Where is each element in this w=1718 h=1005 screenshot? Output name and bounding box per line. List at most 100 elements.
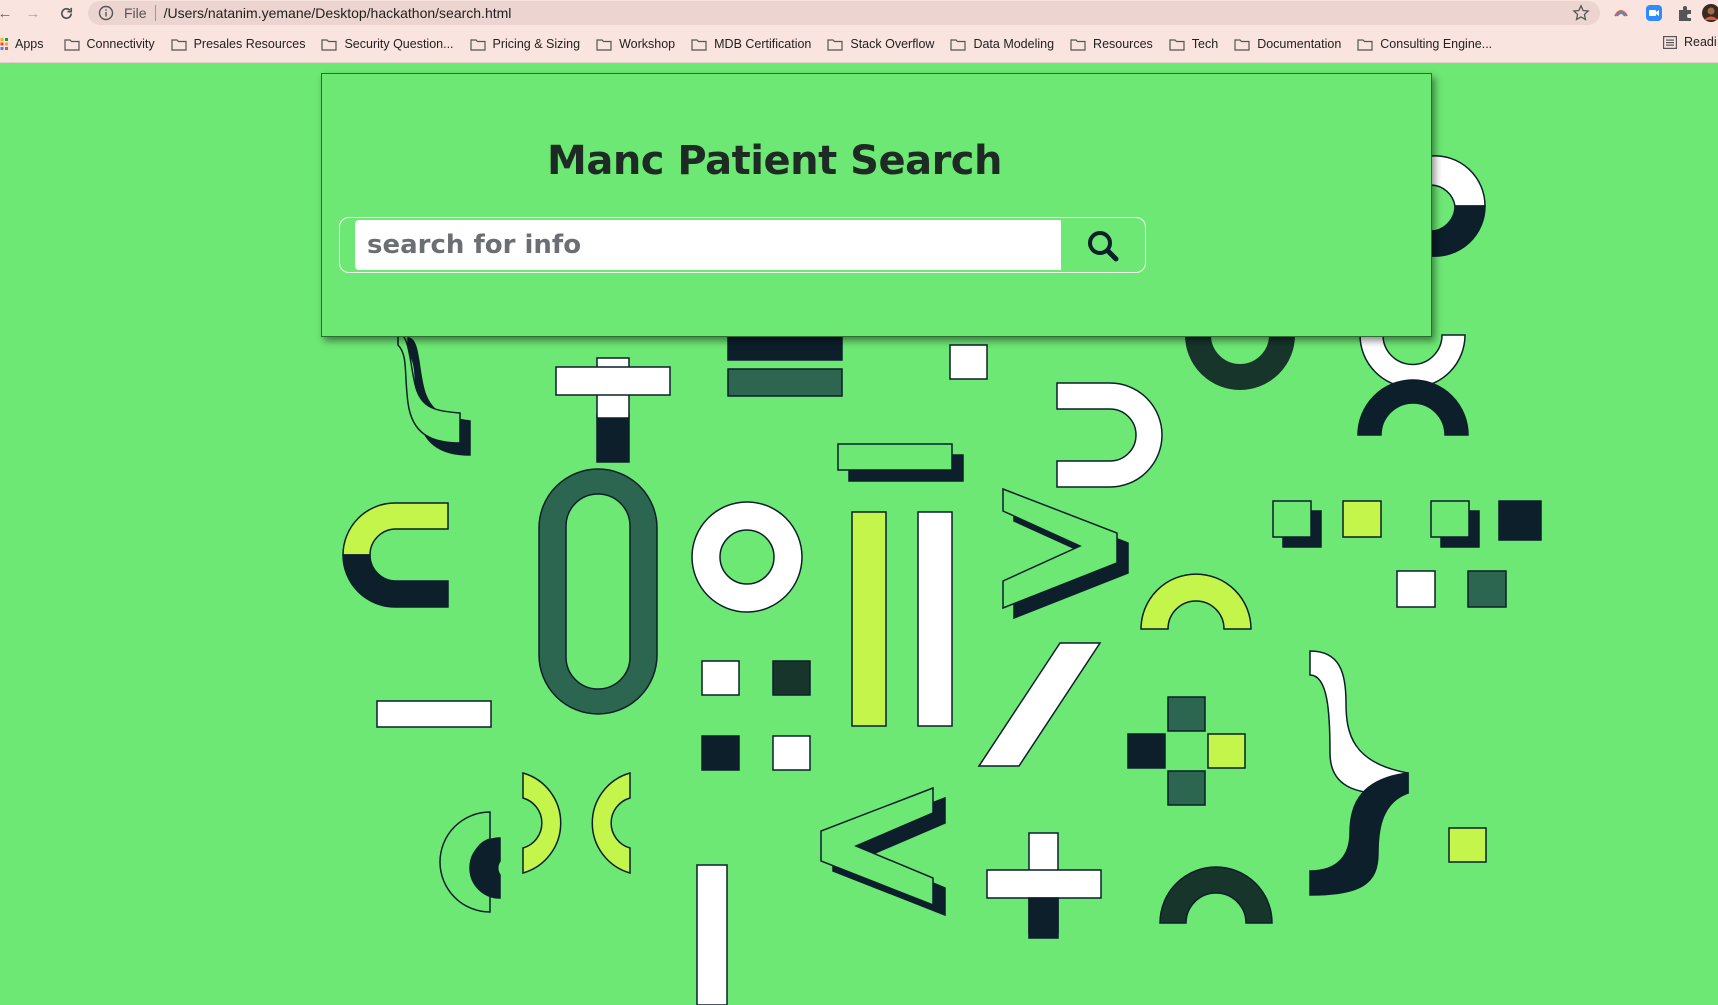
url-scheme: File [124,5,147,21]
page-body: Manc Patient Search [0,63,1718,1005]
apps-grid-icon [0,38,8,50]
bar-shape [851,511,887,727]
folder-icon [63,38,80,51]
back-icon[interactable]: ← [0,2,16,24]
bookmark-folder[interactable]: Security Question... [321,37,454,51]
bookmark-label: Consulting Engine... [1380,37,1493,51]
square-shape [772,735,811,771]
reading-list-label: Readi [1684,35,1717,49]
folder-icon [950,38,967,51]
minus-shape [837,443,953,471]
plus-shape [1028,897,1059,939]
square-shape [701,660,740,696]
plus-shape [596,414,630,463]
folder-icon [170,38,187,51]
folder-icon [1169,38,1185,51]
extensions-puzzle-icon[interactable] [1676,4,1694,22]
arc-shape [1430,205,1486,257]
equals-shape [727,334,843,361]
folder-icon [1357,38,1373,51]
cup-shape [1056,382,1163,488]
reading-list-icon [1663,35,1677,49]
browser-toolbar: ← → File /Users/natanim.yemane/Desktop/h… [0,0,1718,26]
square-shape [1342,500,1382,538]
url-divider [154,5,156,21]
square-shape [1167,770,1206,806]
forward-icon[interactable]: → [22,2,44,24]
square-shape [1127,733,1166,769]
bookmark-label: Presales Resources [193,37,306,51]
ring-shape [692,502,802,612]
profile-avatar-icon[interactable] [1702,4,1718,22]
info-icon[interactable] [98,5,114,21]
square-shape [1430,500,1470,538]
bookmark-label: MDB Certification [714,37,812,51]
x-arc-shape [522,772,562,874]
bookmark-folder[interactable]: Resources [1070,37,1153,51]
magnifier-icon [1088,231,1119,262]
search-button[interactable] [1080,226,1126,266]
c-shape [342,502,449,556]
bookmark-folder[interactable]: Stack Overflow [827,37,934,51]
bookmark-folder[interactable]: Presales Resources [170,37,306,51]
square-shape [1467,570,1507,608]
equals-shape [727,368,843,397]
bookmark-label: Pricing & Sizing [492,37,581,51]
square-shape [701,735,740,771]
bookmark-folder[interactable]: Documentation [1234,37,1341,51]
zoom-extension-icon[interactable] [1645,4,1663,22]
arch-shape [1140,573,1252,630]
folder-icon [827,38,843,51]
zero-shape [565,493,631,690]
arc-shape [1430,155,1486,207]
folder-icon [596,38,612,51]
square-shape [1207,733,1246,769]
x-arc-shape [591,772,631,874]
page-title: Manc Patient Search [547,138,1002,184]
plus-shape [986,869,1102,899]
square-shape [1167,696,1206,732]
c-shape [342,554,449,608]
url-text[interactable]: /Users/natanim.yemane/Desktop/hackathon/… [164,5,512,21]
bar-shape [917,511,953,727]
reading-list[interactable]: Readi [1663,35,1717,49]
bookmark-label: Tech [1191,37,1219,51]
bookmark-label: Data Modeling [973,37,1055,51]
bookmark-folder[interactable]: Pricing & Sizing [469,37,581,51]
bookmark-folder[interactable]: Data Modeling [950,37,1054,51]
square-shape [1272,500,1312,538]
bookmark-folder[interactable]: MDB Certification [691,37,811,51]
folder-icon [691,38,707,51]
square-shape [1448,827,1487,863]
search-input[interactable] [355,220,1061,270]
folder-icon [469,38,486,51]
reload-icon[interactable] [55,2,77,24]
address-bar[interactable]: File /Users/natanim.yemane/Desktop/hacka… [88,1,1600,25]
bookmark-label: Resources [1093,37,1153,51]
bookmark-label: Apps [15,37,44,51]
bookmark-label: Stack Overflow [850,37,935,51]
bar-shape [696,864,728,1005]
folder-icon [321,38,338,51]
bookmark-label: Connectivity [86,37,155,51]
bookmarks-bar: Apps Connectivity Presales Resources Sec… [0,26,1718,63]
folder-icon [1070,38,1086,51]
search-card: Manc Patient Search [321,73,1432,337]
bookmark-apps[interactable]: Apps [0,37,44,51]
square-shape [1396,570,1436,608]
brace-shape [1309,650,1409,795]
bookmark-star-icon[interactable] [1572,4,1590,22]
bookmark-folder[interactable]: Consulting Engine... [1357,37,1492,51]
folder-icon [1234,38,1250,51]
x-arc-shape [1357,379,1469,436]
square-shape [949,344,988,380]
bookmark-folder[interactable]: Connectivity [63,37,155,51]
bookmark-folder[interactable]: Workshop [596,37,675,51]
brace-shape [397,332,461,444]
slash-shape [977,642,1102,767]
minus-shape [376,700,492,728]
arch-shape [1159,866,1273,924]
bookmark-folder[interactable]: Tech [1169,37,1218,51]
extension-rainbow-icon[interactable] [1612,4,1630,22]
bookmark-label: Security Question... [344,37,454,51]
